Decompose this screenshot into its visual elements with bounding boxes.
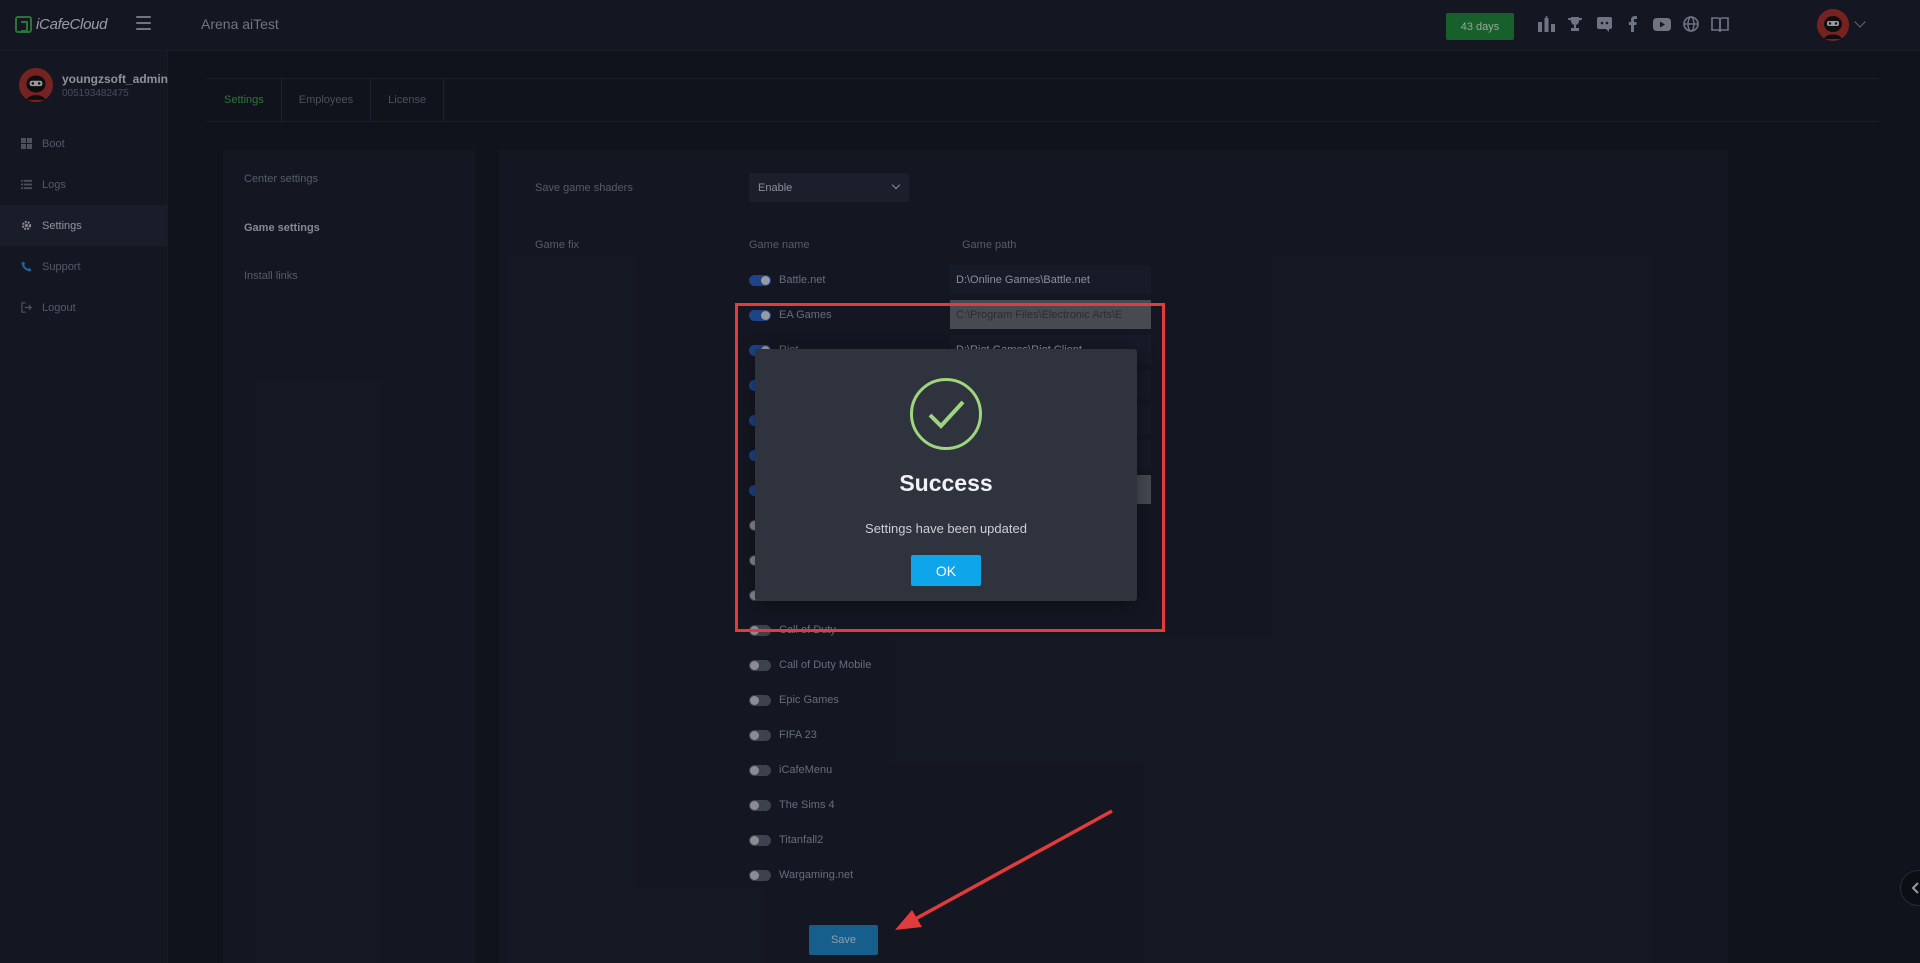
license-days-badge[interactable]: 43 days [1446, 13, 1514, 40]
chevron-down-icon [891, 180, 901, 190]
sidebar-item-label: Settings [42, 219, 82, 232]
side-panel-handle[interactable] [1900, 870, 1920, 906]
app-logo[interactable]: iCafeCloud [15, 16, 108, 33]
game-fix-label: Game fix [535, 239, 580, 251]
game-row[interactable]: Wargaming.net [749, 865, 853, 885]
phone-icon [21, 261, 32, 272]
game-name: Wargaming.net [779, 869, 854, 881]
top-icon-bar [1536, 14, 1730, 34]
game-toggle[interactable] [749, 694, 771, 706]
sidebar-item-logout[interactable]: Logout [0, 287, 167, 328]
sidebar-item-label: Boot [42, 137, 65, 150]
game-name: Epic Games [779, 694, 839, 706]
globe-icon[interactable] [1681, 14, 1701, 34]
windows-icon [21, 138, 32, 149]
top-bar: iCafeCloud Arena aiTest 43 days [0, 0, 1920, 51]
sidebar-item-label: Support [42, 260, 81, 273]
sidebar: youngzsoft_admin 005193482475 Boot Logs … [0, 51, 168, 963]
game-row[interactable]: Titanfall2 [749, 830, 823, 850]
sidebar-item-boot[interactable]: Boot [0, 123, 167, 164]
game-toggle[interactable] [749, 274, 771, 286]
facebook-icon[interactable] [1623, 14, 1643, 34]
user-id: 005193482475 [62, 87, 129, 99]
game-name: Titanfall2 [779, 834, 824, 846]
tab-employees[interactable]: Employees [282, 79, 372, 121]
game-row[interactable]: Call of Duty Mobile [749, 655, 871, 675]
game-row[interactable]: iCafeMenu [749, 760, 832, 780]
youtube-icon[interactable] [1652, 14, 1672, 34]
ok-button[interactable]: OK [911, 555, 981, 586]
user-name: youngzsoft_admin [62, 71, 169, 86]
game-row[interactable]: The Sims 4 [749, 795, 835, 815]
game-name: The Sims 4 [779, 799, 835, 811]
game-name: Call of Duty Mobile [779, 659, 872, 671]
settings-menu-install-links[interactable]: Install links [244, 270, 298, 282]
settings-menu-game[interactable]: Game settings [244, 222, 320, 234]
book-icon[interactable] [1710, 14, 1730, 34]
shaders-select-value: Enable [758, 181, 793, 194]
game-toggle[interactable] [749, 729, 771, 741]
sidebar-item-support[interactable]: Support [0, 246, 167, 287]
dialog-message: Settings have been updated [865, 521, 1027, 536]
save-button[interactable]: Save [809, 925, 878, 955]
shaders-select[interactable]: Enable [749, 173, 909, 202]
success-check-icon [910, 378, 982, 450]
sidebar-item-logs[interactable]: Logs [0, 164, 167, 205]
game-toggle[interactable] [749, 764, 771, 776]
settings-menu-panel: Center settings Game settings Install li… [223, 150, 475, 963]
profile-dropdown-icon[interactable] [1854, 16, 1866, 28]
game-name: Battle.net [779, 274, 826, 286]
game-row[interactable]: FIFA 23 [749, 725, 817, 745]
success-dialog: Success Settings have been updated OK [755, 349, 1137, 601]
list-icon [21, 179, 32, 190]
settings-menu-center[interactable]: Center settings [244, 173, 318, 185]
game-name: iCafeMenu [779, 764, 833, 776]
tab-license[interactable]: License [371, 79, 445, 121]
cafe-name: Arena aiTest [201, 16, 279, 32]
menu-toggle-icon[interactable] [136, 16, 151, 30]
gear-icon [21, 220, 32, 231]
game-toggle[interactable] [749, 869, 771, 881]
discord-icon[interactable] [1594, 14, 1614, 34]
game-name: FIFA 23 [779, 729, 817, 741]
user-avatar [19, 68, 53, 102]
sidebar-nav: Boot Logs Settings Support Logout [0, 123, 167, 328]
tab-settings[interactable]: Settings [207, 79, 282, 121]
logo-text: iCafeCloud [36, 16, 108, 33]
game-toggle[interactable] [749, 799, 771, 811]
game-row[interactable]: Battle.net [749, 270, 825, 290]
col-game-name: Game name [749, 239, 810, 251]
user-block: youngzsoft_admin 005193482475 [19, 68, 168, 102]
trophy-icon[interactable] [1565, 14, 1585, 34]
game-toggle[interactable] [749, 834, 771, 846]
game-row[interactable]: Epic Games [749, 690, 839, 710]
logo-icon [15, 16, 32, 33]
logout-icon [21, 302, 32, 313]
col-game-path: Game path [962, 239, 1017, 251]
sidebar-item-settings[interactable]: Settings [0, 205, 167, 246]
sidebar-item-label: Logout [42, 301, 76, 314]
shaders-label: Save game shaders [535, 182, 633, 194]
dialog-title: Success [899, 470, 993, 496]
leaderboard-icon[interactable] [1536, 14, 1556, 34]
game-toggle[interactable] [749, 659, 771, 671]
settings-tabs: Settings Employees License [207, 78, 1879, 122]
profile-avatar[interactable] [1817, 9, 1849, 41]
game-path-input[interactable]: D:\Online Games\Battle.net [950, 265, 1151, 294]
annotation-arrow [895, 809, 1113, 930]
sidebar-item-label: Logs [42, 178, 66, 191]
